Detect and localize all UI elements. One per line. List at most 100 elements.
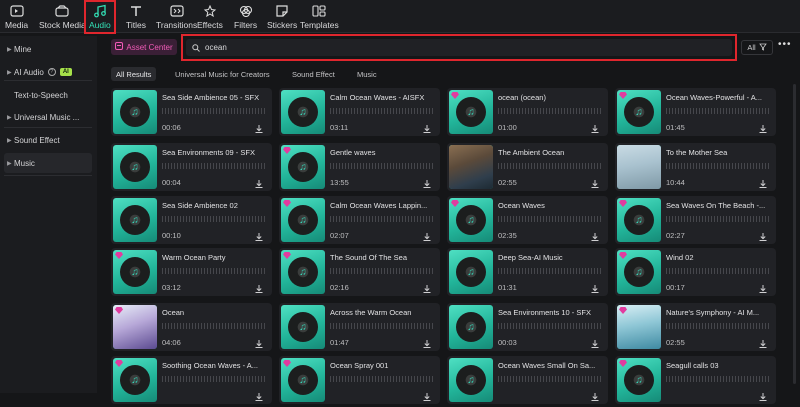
audio-card[interactable]: ♫ Across the Warm Ocean 01:47	[279, 303, 440, 351]
download-icon[interactable]	[590, 389, 600, 401]
tab-music[interactable]: Music	[357, 67, 377, 81]
download-icon[interactable]	[422, 281, 432, 293]
audio-card[interactable]: ♫ Ocean Waves 02:35	[447, 196, 608, 244]
sidebar-item-text-to-speech[interactable]: Text-to-Speech	[4, 85, 92, 105]
tab-all-results[interactable]: All Results	[111, 67, 157, 81]
waveform	[498, 323, 602, 329]
toolbar-tab-stickers[interactable]: Stickers	[267, 2, 297, 32]
audio-card[interactable]: ♫ Ocean Waves-Powerful - A... 01:45	[615, 88, 776, 136]
audio-card[interactable]: ♫ Wind 02 00:17	[615, 248, 776, 296]
audio-card[interactable]: ♫ Deep Sea-AI Music 01:31	[447, 248, 608, 296]
audio-card[interactable]: ♫ Sea Environments 10 - SFX 00:03	[447, 303, 608, 351]
audio-thumbnail: ♫	[281, 90, 325, 134]
audio-thumbnail: ♫	[617, 250, 661, 294]
download-icon[interactable]	[758, 389, 768, 401]
download-icon[interactable]	[254, 176, 264, 188]
audio-duration: 01:00	[498, 123, 517, 132]
toolbar-tab-filters[interactable]: Filters	[234, 2, 257, 32]
search-bar[interactable]	[186, 39, 732, 56]
tab-universal-music-for-creators[interactable]: Universal Music for Creators	[175, 67, 270, 81]
waveform	[498, 108, 602, 114]
vinyl-record-icon: ♫	[624, 205, 654, 235]
filter-dropdown[interactable]: All	[741, 40, 773, 55]
audio-card[interactable]: ♫ Calm Ocean Waves - AISFX 03:11	[279, 88, 440, 136]
premium-gem-icon	[115, 252, 123, 259]
audio-duration: 02:55	[666, 338, 685, 347]
vinyl-record-icon: ♫	[456, 97, 486, 127]
vinyl-record-icon: ♫	[120, 97, 150, 127]
download-icon[interactable]	[590, 336, 600, 348]
sidebar-item-label: Universal Music ...	[14, 112, 80, 122]
asset-center-icon	[115, 42, 124, 52]
scrollbar[interactable]	[793, 84, 796, 384]
vinyl-record-icon: ♫	[288, 365, 318, 395]
download-icon[interactable]	[758, 336, 768, 348]
audio-card[interactable]: ♫ Ocean Spray 001	[279, 356, 440, 404]
toolbar-tab-effects[interactable]: Effects	[197, 2, 223, 32]
download-icon[interactable]	[422, 176, 432, 188]
premium-gem-icon	[619, 92, 627, 99]
audio-card[interactable]: ♫ ocean (ocean) 01:00	[447, 88, 608, 136]
audio-card[interactable]: ♫ Gentle waves 13:55	[279, 143, 440, 191]
download-icon[interactable]	[758, 229, 768, 241]
audio-card[interactable]: To the Mother Sea 10:44	[615, 143, 776, 191]
audio-title: Warm Ocean Party	[162, 253, 226, 262]
download-icon[interactable]	[254, 336, 264, 348]
help-icon[interactable]: ?	[47, 68, 56, 76]
sidebar-item-universal-music[interactable]: ▶ Universal Music ...	[4, 107, 92, 127]
toolbar-tab-media[interactable]: Media	[5, 2, 28, 32]
audio-card[interactable]: ♫ Ocean Waves Small On Sa...	[447, 356, 608, 404]
asset-center-button[interactable]: Asset Center	[111, 39, 177, 55]
sidebar-item-ai-audio[interactable]: ▶ AI Audio? AI	[4, 62, 92, 82]
vinyl-record-icon: ♫	[456, 312, 486, 342]
vinyl-record-icon: ♫	[624, 97, 654, 127]
audio-title: Nature's Symphony - AI M...	[666, 308, 760, 317]
download-icon[interactable]	[590, 176, 600, 188]
premium-gem-icon	[619, 252, 627, 259]
sidebar-item-sound-effect[interactable]: ▶ Sound Effect	[4, 130, 92, 150]
audio-card[interactable]: ♫ Sea Waves On The Beach -... 02:27	[615, 196, 776, 244]
audio-card[interactable]: ♫ Warm Ocean Party 03:12	[111, 248, 272, 296]
download-icon[interactable]	[422, 389, 432, 401]
audio-card[interactable]: Ocean 04:06	[111, 303, 272, 351]
download-icon[interactable]	[758, 121, 768, 133]
sidebar-item-mine[interactable]: ▶ Mine	[4, 39, 92, 59]
audio-thumbnail: ♫	[281, 145, 325, 189]
audio-card[interactable]: The Ambient Ocean 02:55	[447, 143, 608, 191]
audio-card[interactable]: ♫ Sea Side Ambience 02 00:10	[111, 196, 272, 244]
more-options-icon[interactable]: •••	[778, 39, 792, 50]
download-icon[interactable]	[254, 389, 264, 401]
download-icon[interactable]	[422, 336, 432, 348]
download-icon[interactable]	[422, 229, 432, 241]
audio-card[interactable]: ♫ Seagull calls 03	[615, 356, 776, 404]
sidebar-item-music[interactable]: ▶ Music	[4, 153, 92, 173]
toolbar-tab-transitions[interactable]: Transitions	[156, 2, 197, 32]
audio-title: Calm Ocean Waves Lappin...	[330, 201, 428, 210]
audio-duration: 02:55	[498, 178, 517, 187]
premium-gem-icon	[619, 360, 627, 367]
audio-card[interactable]: ♫ Sea Side Ambience 05 - SFX 00:06	[111, 88, 272, 136]
download-icon[interactable]	[758, 176, 768, 188]
toolbar-tab-audio[interactable]: Audio	[84, 0, 116, 34]
audio-card[interactable]: ♫ Sea Environments 09 - SFX 00:04	[111, 143, 272, 191]
download-icon[interactable]	[254, 229, 264, 241]
tab-sound-effect[interactable]: Sound Effect	[292, 67, 335, 81]
audio-card[interactable]: ♫ The Sound Of The Sea 02:16	[279, 248, 440, 296]
audio-title: Ocean Waves Small On Sa...	[498, 361, 596, 370]
toolbar-tab-label: Stickers	[267, 20, 298, 30]
toolbar-tab-titles[interactable]: Titles	[126, 2, 146, 32]
audio-card[interactable]: ♫ Calm Ocean Waves Lappin... 02:07	[279, 196, 440, 244]
audio-card[interactable]: Nature's Symphony - AI M... 02:55	[615, 303, 776, 351]
download-icon[interactable]	[254, 121, 264, 133]
search-input[interactable]	[205, 43, 505, 52]
download-icon[interactable]	[254, 281, 264, 293]
audio-card[interactable]: ♫ Soothing Ocean Waves - A...	[111, 356, 272, 404]
download-icon[interactable]	[422, 121, 432, 133]
toolbar-tab-stock-media[interactable]: Stock Media	[39, 2, 86, 32]
sidebar-divider	[4, 80, 92, 81]
download-icon[interactable]	[590, 229, 600, 241]
download-icon[interactable]	[758, 281, 768, 293]
toolbar-tab-templates[interactable]: Templates	[300, 2, 339, 32]
download-icon[interactable]	[590, 121, 600, 133]
download-icon[interactable]	[590, 281, 600, 293]
